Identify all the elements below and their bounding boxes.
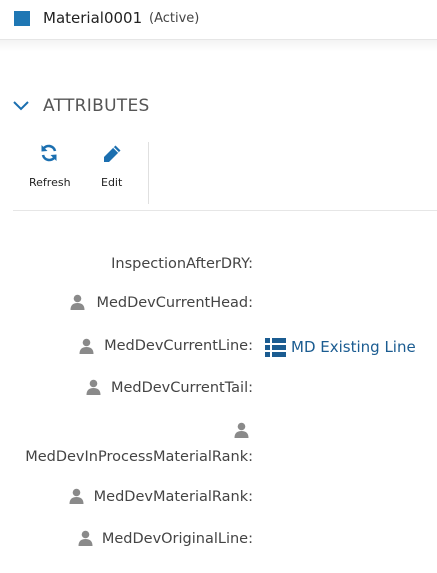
attr-label-meddev-original-line: MedDevOriginalLine: [101,531,253,547]
list-icon [265,338,286,357]
user-icon [69,488,84,504]
section-divider [13,210,437,211]
user-icon [78,530,93,546]
refresh-button[interactable]: Refresh [26,143,74,195]
user-icon [70,294,85,310]
refresh-label: Refresh [29,176,71,189]
page-title: Material0001 [43,9,143,27]
attr-label-inspection-after-dry: InspectionAfterDRY: [111,256,253,272]
md-existing-line-value: MD Existing Line [291,338,416,356]
header-shadow [0,40,437,52]
chevron-down-icon [13,101,29,111]
user-icon [79,338,94,354]
attr-label-meddev-current-tail: MedDevCurrentTail: [110,380,253,396]
pencil-icon [104,145,121,162]
attributes-section-toggle[interactable]: ATTRIBUTES [10,95,160,119]
status-square-icon [14,11,30,26]
toolbar-divider [148,142,149,204]
refresh-icon [41,144,57,162]
attr-label-meddev-current-head: MedDevCurrentHead: [96,295,253,311]
edit-label: Edit [101,176,123,189]
attr-label-meddev-current-line: MedDevCurrentLine: [104,338,253,354]
user-icon [86,379,101,395]
attr-label-meddev-inprocess-material-rank: MedDevInProcessMaterialRank: [25,449,253,465]
section-title: ATTRIBUTES [43,96,150,116]
status-label: (Active) [149,11,200,26]
user-icon [234,422,249,438]
attr-label-meddev-material-rank: MedDevMaterialRank: [93,489,253,505]
page-header: Material0001 (Active) [0,0,437,40]
edit-button[interactable]: Edit [96,143,130,195]
